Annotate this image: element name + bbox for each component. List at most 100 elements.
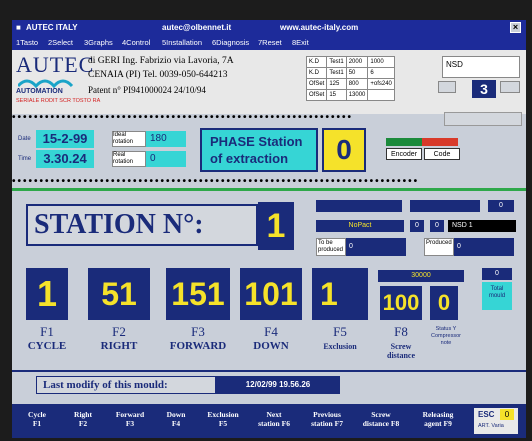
time-value: 3.30.24 xyxy=(36,150,94,168)
real-rotation-label: Real rotation xyxy=(112,151,146,167)
kd-row: OfSet 125 800 +ofs240 xyxy=(305,78,395,90)
kd-cell: 15 xyxy=(326,89,347,101)
f8-button-line2: distance F8 xyxy=(362,419,400,428)
nopact-label: NoPact xyxy=(316,220,404,232)
status-tile[interactable]: 0 xyxy=(430,286,458,320)
f3-label: FORWARD xyxy=(169,340,227,352)
web-text: www.autec-italy.com xyxy=(280,23,359,32)
status-bar xyxy=(410,200,480,212)
cycle-tile[interactable]: 1 xyxy=(26,268,68,320)
red-notice: SERIALE RODIT SCR TOSTO RA xyxy=(16,98,101,104)
patent-number: Patent n° PI941000024 24/10/94 xyxy=(88,85,206,95)
f2-key: F2 xyxy=(112,324,126,339)
right-tile[interactable]: 51 xyxy=(88,268,150,320)
kd-cell: 6 xyxy=(367,67,395,79)
logo-subtitle: AUTOMATION xyxy=(16,88,63,95)
to-be-produced-label: To be produced xyxy=(316,238,346,256)
f5-key: F5 xyxy=(333,324,347,339)
kd-cell: OfSet xyxy=(305,78,328,90)
produced-value: 0 xyxy=(454,238,514,256)
menu-item-5[interactable]: 5Installation xyxy=(162,38,202,47)
f7-button[interactable]: Previous station F7 xyxy=(302,408,352,434)
dotted-divider: ••••••••••••••••••••••••••••••••••••••••… xyxy=(12,112,354,122)
f9-button-line2: agent F9 xyxy=(424,419,452,428)
menu-item-8[interactable]: 8Exit xyxy=(292,38,309,47)
f8-button[interactable]: Screw distance F8 xyxy=(356,408,406,434)
station-panel: STATION N°: xyxy=(26,204,258,246)
f6-button-line1: Next xyxy=(266,410,282,419)
last-modify-panel: Last modify of this mould: xyxy=(36,376,216,394)
email-text: autec@olbennet.it xyxy=(162,23,232,32)
close-icon[interactable]: × xyxy=(510,22,521,33)
nsd-value: 3 xyxy=(472,80,496,98)
ideal-rotation-value: 180 xyxy=(146,131,186,147)
code-indicator xyxy=(422,138,458,146)
f4-button[interactable]: Down F4 xyxy=(156,408,196,434)
esc-label: ESC xyxy=(478,410,495,419)
f2-button[interactable]: Right F2 xyxy=(62,408,104,434)
f7-button-line1: Previous xyxy=(313,410,341,419)
f1-button-line2: F1 xyxy=(32,419,42,428)
f9-button[interactable]: Releasing agent F9 xyxy=(410,408,466,434)
app-icon: ■ xyxy=(16,23,21,32)
nsd1-display: NSD 1 xyxy=(448,220,516,232)
last-modify-label: Last modify of this mould: xyxy=(43,379,168,391)
encoder-button[interactable]: Encoder xyxy=(386,148,422,160)
screw-distance-tile[interactable]: 100 xyxy=(380,286,422,320)
nopact-value-2: 0 xyxy=(430,220,444,232)
phase-value: 0 xyxy=(322,128,366,172)
f4-label: DOWN xyxy=(253,340,289,352)
status-note-label: Status Y Compressor note xyxy=(431,326,461,346)
f2-button-line2: F2 xyxy=(78,419,88,428)
code-button[interactable]: Code xyxy=(424,148,460,160)
menu-item-2[interactable]: 2Select xyxy=(48,38,73,47)
f6-button[interactable]: Next station F6 xyxy=(250,408,298,434)
f1-button[interactable]: Cycle F1 xyxy=(16,408,58,434)
f8-label: Screw distance xyxy=(387,342,415,360)
f2-label: RIGHT xyxy=(100,340,138,352)
phase-label-line2: of extraction xyxy=(210,151,289,166)
kd-cell: +ofs240 xyxy=(367,78,395,90)
monitor-screen: ■ AUTEC ITALY autec@olbennet.it www.aute… xyxy=(12,20,526,438)
menu-item-4[interactable]: 4Control xyxy=(122,38,150,47)
side-box xyxy=(444,112,522,126)
green-divider xyxy=(12,188,526,191)
f1-label: CYCLE xyxy=(27,340,67,352)
f3-key: F3 xyxy=(191,324,205,339)
kd-cell: OfSet xyxy=(305,89,328,101)
phase-label-line1: PHASE Station xyxy=(210,134,303,149)
top-right-value: 0 xyxy=(488,200,514,212)
nsd-box xyxy=(500,81,520,93)
ideal-rotation-label: Ideal rotation xyxy=(112,131,146,147)
f5-button[interactable]: Exclusion F5 xyxy=(200,408,246,434)
exclusion-tile[interactable]: 1 xyxy=(312,268,368,320)
kd-cell xyxy=(367,89,395,101)
kd-cell: 800 xyxy=(345,78,369,90)
kd-cell: 13000 xyxy=(345,89,369,101)
phase-panel: PHASE Station of extraction xyxy=(200,128,318,172)
company-phone: CENAIA (PI) Tel. 0039-050-644213 xyxy=(88,70,228,80)
f3-button[interactable]: Forward F3 xyxy=(108,408,152,434)
menu-bar: 1Tasto 2Select 3Graphs 4Control 5Install… xyxy=(12,36,526,50)
f5-label: Exclusion xyxy=(323,342,357,351)
kd-cell: 1000 xyxy=(367,56,395,68)
divider-line xyxy=(12,370,526,372)
menu-item-6[interactable]: 6Diagnosis xyxy=(212,38,249,47)
title-bar: ■ AUTEC ITALY autec@olbennet.it www.aute… xyxy=(12,20,526,36)
kd-cell: 2000 xyxy=(345,56,369,68)
menu-item-1[interactable]: 1Tasto xyxy=(16,38,38,47)
f7-button-line2: station F7 xyxy=(311,419,343,428)
dotted-divider: ••••••••••••••••••••••••••••••••••••••••… xyxy=(12,176,420,186)
forward-tile[interactable]: 151 xyxy=(166,268,230,320)
f4-button-line2: F4 xyxy=(171,419,181,428)
f5-button-line1: Exclusion xyxy=(207,410,239,419)
produced-label: Produced xyxy=(424,238,454,256)
down-tile[interactable]: 101 xyxy=(240,268,302,320)
f3-button-line1: Forward xyxy=(115,410,145,419)
menu-item-3[interactable]: 3Graphs xyxy=(84,38,113,47)
kd-cell: K.D xyxy=(305,56,328,68)
logo-waves-icon xyxy=(18,79,74,88)
esc-button[interactable]: ESC 0 ART. Varia xyxy=(474,408,518,434)
total-mould-button[interactable]: Total mould xyxy=(482,282,512,310)
menu-item-7[interactable]: 7Reset xyxy=(258,38,282,47)
